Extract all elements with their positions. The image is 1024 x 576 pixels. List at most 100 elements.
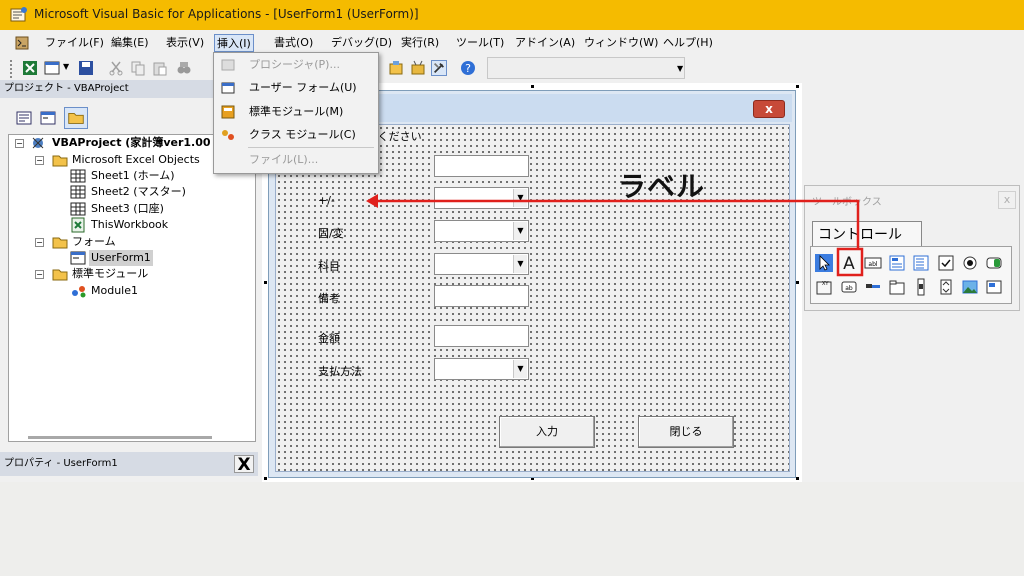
chevron-down-icon[interactable]: ▼ [63, 62, 69, 71]
copy-icon[interactable] [130, 60, 146, 76]
textbox-1[interactable] [434, 155, 529, 177]
toggle-folders-icon[interactable] [64, 107, 88, 129]
insert-file-item[interactable]: ファイル(L)... [249, 150, 318, 170]
workbook-icon [71, 217, 85, 233]
close-button[interactable]: 閉じる [638, 416, 734, 448]
combobox-tool-icon[interactable] [888, 254, 906, 272]
folder-icon [52, 155, 68, 167]
menu-addins[interactable]: アドイン(A) [513, 34, 577, 52]
spinbutton-tool-icon[interactable] [937, 278, 955, 296]
combobox-payment-method[interactable]: ▼ [434, 358, 529, 380]
enter-button[interactable]: 入力 [499, 416, 595, 448]
command-button-tool-icon[interactable]: ab [840, 278, 858, 296]
toolbar-grip[interactable] [10, 60, 13, 78]
toolbox-close-button[interactable]: x [998, 191, 1016, 209]
title-bar: Microsoft Visual Basic for Applications … [0, 0, 1024, 30]
multipage-tool-icon[interactable] [888, 278, 906, 296]
listbox-tool-icon[interactable] [912, 254, 930, 272]
svg-text:?: ? [465, 62, 471, 75]
excel-view-icon[interactable] [14, 35, 36, 51]
chevron-down-icon[interactable]: ▼ [513, 360, 527, 378]
window-title: Microsoft Visual Basic for Applications … [34, 7, 419, 21]
resize-handle[interactable] [795, 84, 800, 89]
menu-separator [248, 147, 374, 148]
tree-item-modules-folder[interactable]: 標準モジュール [72, 266, 148, 282]
properties-close-button[interactable]: X [234, 455, 254, 474]
module-icon [72, 286, 86, 298]
excel-icon[interactable] [22, 60, 38, 76]
label-amount[interactable]: 金額 [318, 331, 340, 347]
frame-tool-icon[interactable]: XY [815, 278, 833, 296]
insert-module-item[interactable]: 標準モジュール(M) [249, 102, 343, 122]
image-tool-icon[interactable] [961, 278, 979, 296]
svg-text:XY: XY [822, 281, 829, 287]
tree-item-module1[interactable]: Module1 [91, 283, 138, 299]
properties-window-icon[interactable] [410, 60, 426, 76]
tree-collapse-icon[interactable]: − [35, 156, 44, 165]
tree-item-sheet1[interactable]: Sheet1 (ホーム) [91, 168, 175, 184]
option-button-tool-icon[interactable] [961, 254, 979, 272]
checkbox-tool-icon[interactable] [937, 254, 955, 272]
resize-handle[interactable] [530, 84, 535, 89]
menu-window[interactable]: ウィンドウ(W) [582, 34, 660, 52]
vba-editor-window: Microsoft Visual Basic for Applications … [0, 0, 1024, 482]
toolbar-overflow-icon[interactable]: ▼ [677, 64, 683, 73]
menu-view[interactable]: 表示(V) [164, 34, 206, 52]
insert-class-module-item[interactable]: クラス モジュール(C) [249, 125, 356, 145]
sheet-icon [70, 185, 86, 199]
label-notes[interactable]: 備考 [318, 291, 340, 307]
cut-icon[interactable] [108, 60, 124, 76]
svg-text:ab: ab [845, 285, 853, 292]
menu-help[interactable]: ヘルプ(H) [661, 34, 715, 52]
tree-item-sheet2[interactable]: Sheet2 (マスター) [91, 184, 186, 200]
label-payment-method[interactable]: 支払方法 [318, 364, 362, 380]
insert-userform-item[interactable]: ユーザー フォーム(U) [249, 78, 357, 98]
label-plus-minus[interactable]: +/- [318, 193, 335, 209]
textbox-notes[interactable] [434, 285, 529, 307]
label-category[interactable]: 科目 [318, 259, 340, 275]
menu-insert[interactable]: 挿入(I) [214, 34, 254, 52]
save-icon[interactable] [78, 60, 94, 76]
module-icon [221, 105, 235, 119]
insert-procedure-item[interactable]: プロシージャ(P)... [249, 55, 340, 75]
menu-format[interactable]: 書式(O) [272, 34, 315, 52]
menu-run[interactable]: 実行(R) [399, 34, 441, 52]
tree-item-thisworkbook[interactable]: ThisWorkbook [91, 217, 168, 233]
tree-item-forms-folder[interactable]: フォーム [72, 234, 116, 250]
tabstrip-tool-icon[interactable] [864, 278, 882, 296]
procedure-icon [221, 59, 235, 71]
properties-panel-header: プロパティ - UserForm1 [0, 452, 258, 476]
label-fixed-variable[interactable]: 固/変 [318, 226, 344, 242]
view-object-icon[interactable] [40, 110, 56, 126]
tree-collapse-icon[interactable]: − [35, 270, 44, 279]
insert-userform-icon[interactable] [44, 60, 60, 76]
menu-tools[interactable]: ツール(T) [454, 34, 506, 52]
tree-item-excel-objects[interactable]: Microsoft Excel Objects [72, 152, 200, 168]
tree-item-userform1[interactable]: UserForm1 [89, 250, 153, 266]
toggle-button-tool-icon[interactable] [985, 254, 1003, 272]
help-icon[interactable]: ? [460, 60, 476, 76]
horizontal-scrollbar[interactable] [28, 436, 212, 439]
vba-project-icon [32, 137, 44, 149]
tree-collapse-icon[interactable]: − [15, 139, 24, 148]
toolbox-icon[interactable] [431, 60, 447, 76]
userform-icon [70, 251, 86, 265]
vba-app-icon [10, 7, 27, 22]
paste-icon[interactable] [152, 60, 168, 76]
annotation-arrow [366, 194, 864, 277]
find-icon[interactable] [176, 60, 192, 76]
class-module-icon [222, 130, 234, 140]
folder-icon [52, 237, 68, 249]
scrollbar-tool-icon[interactable] [912, 278, 930, 296]
object-browser-icon[interactable] [388, 60, 404, 76]
menu-edit[interactable]: 編集(E) [109, 34, 151, 52]
tree-item-vbaproject[interactable]: VBAProject (家計簿ver1.00 [52, 135, 211, 151]
menu-debug[interactable]: デバッグ(D) [329, 34, 394, 52]
refedit-tool-icon[interactable] [985, 278, 1003, 296]
textbox-amount[interactable] [434, 325, 529, 347]
userform-close-button[interactable]: x [753, 100, 785, 118]
view-code-icon[interactable] [16, 110, 32, 126]
menu-file[interactable]: ファイル(F) [43, 34, 106, 52]
tree-collapse-icon[interactable]: − [35, 238, 44, 247]
tree-item-sheet3[interactable]: Sheet3 (口座) [91, 201, 164, 217]
